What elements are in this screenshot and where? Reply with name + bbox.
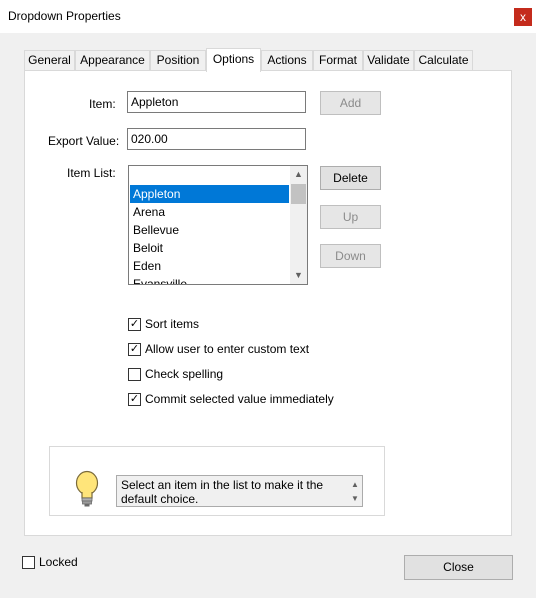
item-list[interactable]: Appleton Arena Bellevue Beloit Eden Evan… (128, 165, 308, 285)
checkbox-box[interactable]: ✓ (128, 343, 141, 356)
tab-validate[interactable]: Validate (363, 50, 414, 71)
close-window-icon[interactable]: x (514, 8, 532, 26)
checkbox-box[interactable] (22, 556, 35, 569)
tip-scroll-down-icon[interactable]: ▼ (348, 492, 362, 506)
item-list-label: Item List: (67, 166, 116, 180)
tip-text: Select an item in the list to make it th… (116, 475, 363, 507)
list-item[interactable]: Eden (130, 257, 289, 275)
up-button[interactable]: Up (320, 205, 381, 229)
tab-position[interactable]: Position (150, 50, 206, 71)
tab-format[interactable]: Format (313, 50, 363, 71)
list-item[interactable]: Evansville (130, 275, 289, 284)
list-item[interactable]: Arena (130, 203, 289, 221)
list-item[interactable]: Bellevue (130, 221, 289, 239)
tab-general[interactable]: General (24, 50, 75, 71)
export-value-label: Export Value: (48, 134, 120, 148)
tip-scroll-up-icon[interactable]: ▲ (348, 478, 362, 492)
checkbox-label: Commit selected value immediately (145, 392, 334, 406)
checkbox-label: Allow user to enter custom text (145, 342, 310, 356)
list-item[interactable]: Appleton (130, 185, 289, 203)
list-scrollbar[interactable]: ▲ ▼ (290, 166, 307, 284)
scroll-up-icon[interactable]: ▲ (290, 166, 307, 183)
title-bar: Dropdown Properties x (0, 0, 536, 33)
tab-actions[interactable]: Actions (261, 50, 313, 71)
window-title: Dropdown Properties (8, 9, 121, 23)
tip-text-content: Select an item in the list to make it th… (121, 478, 324, 506)
tip-scrollbar[interactable]: ▲ ▼ (348, 476, 362, 506)
checkbox-box[interactable] (128, 368, 141, 381)
lightbulb-icon (75, 470, 99, 507)
locked-label: Locked (39, 555, 78, 569)
checkbox-box[interactable]: ✓ (128, 393, 141, 406)
options-panel: Item: Appleton Add Export Value: 020.00 … (24, 70, 512, 536)
item-label: Item: (89, 97, 116, 111)
tip-box: Select an item in the list to make it th… (49, 446, 385, 516)
export-value-input[interactable]: 020.00 (127, 128, 306, 150)
scroll-down-icon[interactable]: ▼ (290, 267, 307, 284)
add-button[interactable]: Add (320, 91, 381, 115)
tab-options[interactable]: Options (206, 48, 261, 72)
close-button[interactable]: Close (404, 555, 513, 580)
checkbox-label: Sort items (145, 317, 200, 331)
delete-button[interactable]: Delete (320, 166, 381, 190)
list-item[interactable]: Beloit (130, 239, 289, 257)
tab-appearance[interactable]: Appearance (75, 50, 150, 71)
item-input[interactable]: Appleton (127, 91, 306, 113)
checkbox-box[interactable]: ✓ (128, 318, 141, 331)
tab-calculate[interactable]: Calculate (414, 50, 473, 71)
checkbox-label: Check spelling (145, 367, 224, 381)
scroll-thumb[interactable] (291, 184, 306, 204)
down-button[interactable]: Down (320, 244, 381, 268)
